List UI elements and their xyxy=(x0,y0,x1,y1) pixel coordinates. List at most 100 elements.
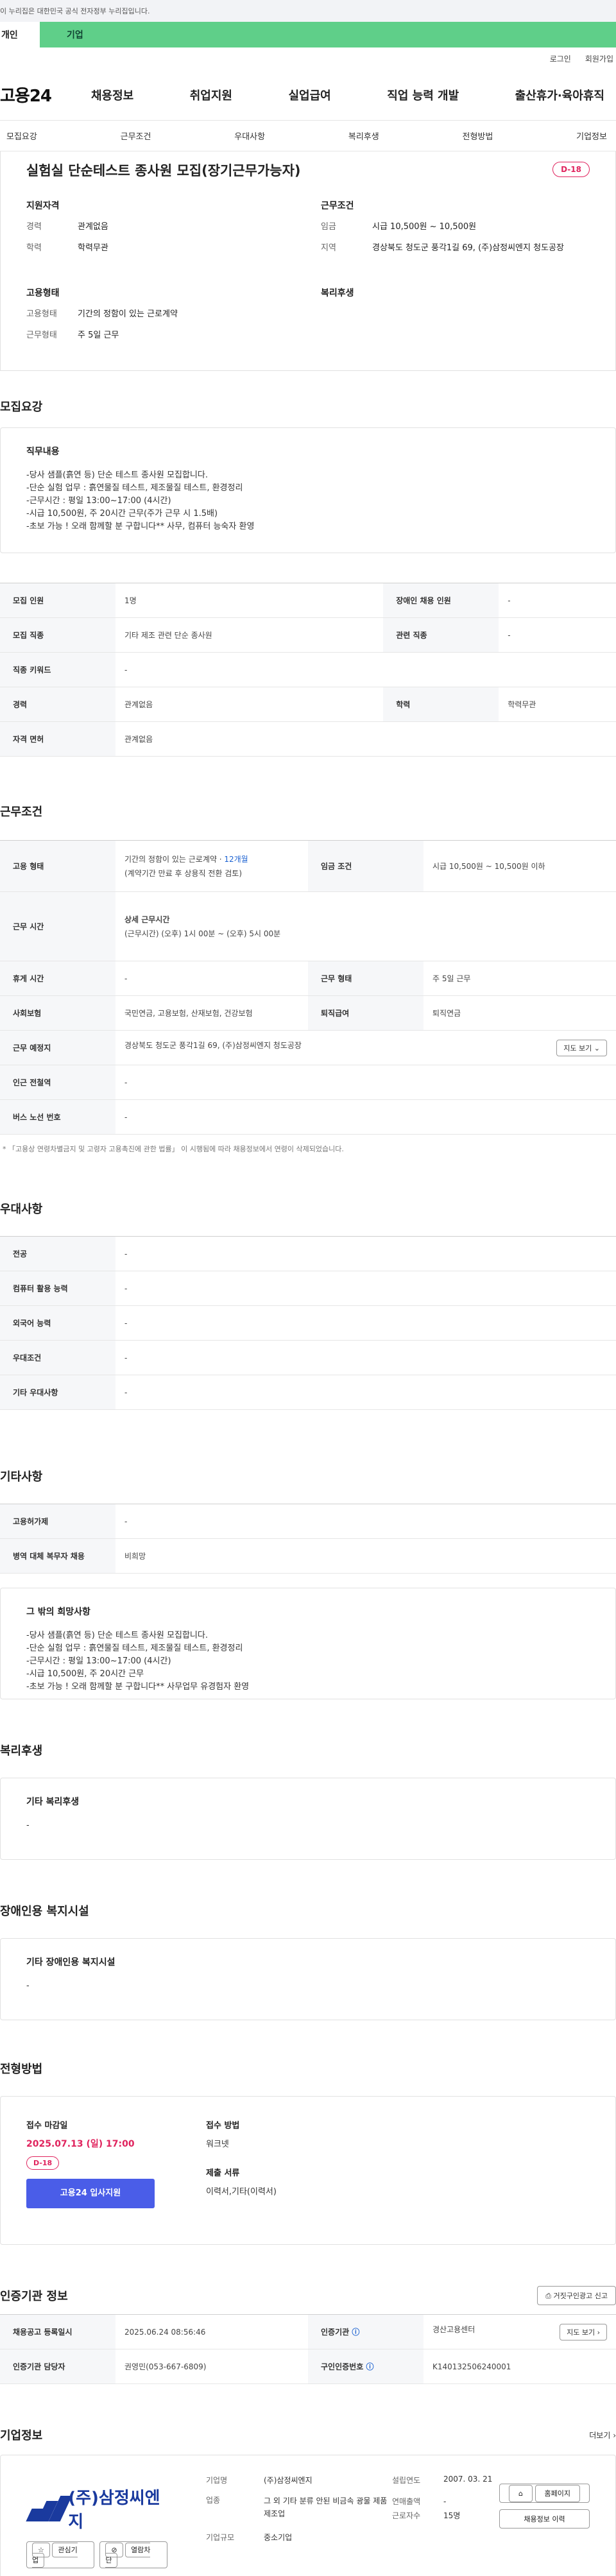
cert-table: 채용공고 등록일시 2025.06.24 08:56:46 인증기관 ⓘ 경산고… xyxy=(0,2314,616,2384)
cell-label: 인근 전철역 xyxy=(0,1065,116,1100)
summary-label: 임금 xyxy=(321,222,336,232)
cell-value: - xyxy=(116,1504,616,1539)
condition-block: 근무조건 임금 시급 10,500원 ~ 10,500원 지역 경상북도 청도군 풍… xyxy=(321,190,590,262)
recruit-heading: 모집요강 xyxy=(0,400,43,414)
user-tabs: 개인 기업 xyxy=(0,22,616,47)
qualification-block: 지원자격 경력 관계없음 학력 학력무관 xyxy=(26,190,295,262)
map-button-label: 지도 보기 xyxy=(563,1043,592,1052)
table-row: 사회보험 국민연금, 고용보험, 산재보험, 건강보험 퇴직급여 퇴직연금 xyxy=(0,995,616,1031)
table-row: 전공 - xyxy=(0,1236,616,1271)
cell-value: 상세 근무시간 (근무시간) (오후) 1시 00분 ~ (오후) 5시 00분 xyxy=(116,891,616,961)
homepage-button[interactable]: ⌂ 홈페이지 xyxy=(499,2484,590,2503)
anchor-company[interactable]: 기업정보 xyxy=(570,130,613,142)
table-row: 근무 예정지 경상북도 청도군 풍각1길 69, (주)삼정씨엔지 청도공장 지… xyxy=(0,1030,616,1065)
anchor-prefer[interactable]: 우대사항 xyxy=(228,130,271,142)
block-company-button[interactable]: ⊘ 열람차단 xyxy=(99,2541,167,2568)
process-heading: 전형방법 xyxy=(0,2063,43,2076)
hours-title: 상세 근무시간 xyxy=(124,914,170,924)
anchor-recruit[interactable]: 모집요강 xyxy=(0,130,44,142)
gnb-item-training[interactable]: 직업 능력 개발 xyxy=(378,87,468,103)
info-label: 설립연도 xyxy=(392,2476,421,2485)
table-row: 인근 전철역 - xyxy=(0,1065,616,1100)
company-actions: ⌂ 홈페이지 채용정보 이력 xyxy=(499,2484,590,2529)
cell-label: 모집 직종 xyxy=(0,617,116,653)
duty-text: -당사 샘플(흙연 등) 단순 테스트 종사원 모집합니다. -단순 실험 업무… xyxy=(26,470,255,531)
summary-value: 학력무관 xyxy=(78,243,108,253)
cell-value: 학력무관 xyxy=(499,687,616,722)
cell-label: 우대조건 xyxy=(0,1340,116,1375)
anchor-welfare[interactable]: 복리후생 xyxy=(342,130,386,142)
summary-value: 경상북도 청도군 풍각1길 69, (주)삼정씨엔지 청도공장 xyxy=(372,243,564,253)
info-label: 업종 xyxy=(206,2496,221,2505)
welfare-box: 기타 복리후생 - xyxy=(0,1778,616,1860)
gnb-item-leave[interactable]: 출산휴가·육아휴직 xyxy=(506,87,613,103)
disabled-box: 기타 장애인용 복지시설 - xyxy=(0,1938,616,2020)
gov-banner: 이 누리집은 대한민국 공식 전자정부 누리집입니다. xyxy=(0,0,616,22)
report-button[interactable]: ⎙ 거짓구인광고 신고 xyxy=(537,2286,616,2305)
gov-banner-text: 이 누리집은 대한민국 공식 전자정부 누리집입니다. xyxy=(0,7,150,15)
table-row: 버스 노선 번호 - xyxy=(0,1099,616,1135)
map-button[interactable]: 지도 보기 ⌄ xyxy=(556,1039,607,1056)
cell-value: - xyxy=(116,961,308,996)
job-summary-card: 실험실 단순테스트 종사원 모집(장기근무가능자) D-18 지원자격 경력 관계… xyxy=(0,151,616,371)
hours-value: (근무시간) (오후) 1시 00분 ~ (오후) 5시 00분 xyxy=(124,929,281,938)
table-row: 휴게 시간 - 근무 형태 주 5일 근무 xyxy=(0,961,616,996)
summary-value: 시급 10,500원 ~ 10,500원 xyxy=(372,222,477,232)
more-link[interactable]: 더보기 › xyxy=(589,2430,616,2441)
cell-label: 근무 시간 xyxy=(0,891,116,961)
table-row: 모집 직종 기타 제조 관련 단순 종사원 관련 직종 - xyxy=(0,617,616,653)
signup-link[interactable]: 회원가입 xyxy=(585,53,613,64)
apply-button[interactable]: 고용24 입사지원 xyxy=(26,2179,155,2208)
summary-label: 학력 xyxy=(26,243,42,253)
condition-heading: 근무조건 xyxy=(321,201,354,211)
cert-map-button[interactable]: 지도 보기 › xyxy=(560,2323,607,2340)
info-icon[interactable]: ⓘ xyxy=(366,2362,373,2371)
cell-label: 인증기관 담당자 xyxy=(0,2349,116,2384)
info-icon[interactable]: ⓘ xyxy=(352,2328,359,2337)
anchor-work[interactable]: 근무조건 xyxy=(114,130,158,142)
table-row: 기타 우대사항 - xyxy=(0,1375,616,1410)
welfare-value: - xyxy=(26,1821,30,1830)
login-link[interactable]: 로그인 xyxy=(550,53,571,64)
cell-label: 구인인증번호 ⓘ xyxy=(308,2349,424,2384)
info-label: 기업명 xyxy=(206,2476,228,2485)
sales-label: 연매출액 xyxy=(392,2497,421,2506)
tab-personal[interactable]: 개인 xyxy=(0,22,40,47)
job-title: 실험실 단순테스트 종사원 모집(장기근무가능자) xyxy=(26,163,301,178)
cell-value: - xyxy=(116,1375,616,1410)
cell-value: - xyxy=(499,617,616,653)
employ-sub-text: (계약기간 만료 후 상용직 전환 검토) xyxy=(124,868,242,878)
deadline-label: 접수 마감일 xyxy=(26,2121,68,2131)
anchor-process[interactable]: 전형방법 xyxy=(456,130,500,142)
deadline-value: 2025.07.13 (일) 17:00 xyxy=(26,2139,135,2149)
cell-label: 근무 형태 xyxy=(308,961,424,996)
gnb-item-employment-support[interactable]: 취업지원 xyxy=(181,87,241,103)
method-value: 워크넷 xyxy=(206,2140,229,2149)
cell-label: 인증기관 ⓘ xyxy=(308,2314,424,2349)
history-button[interactable]: 채용정보 이력 xyxy=(499,2509,590,2529)
cell-value: - xyxy=(116,1065,616,1100)
gnb-item-unemployment[interactable]: 실업급여 xyxy=(280,87,340,103)
tab-business[interactable]: 기업 xyxy=(40,22,616,47)
cell-label: 모집 인원 xyxy=(0,583,116,618)
summary-label: 근무형태 xyxy=(26,331,57,340)
table-row: 고용허가제 - xyxy=(0,1504,616,1539)
table-row: 근무 시간 상세 근무시간 (근무시간) (오후) 1시 00분 ~ (오후) … xyxy=(0,891,616,961)
cell-value: - xyxy=(116,1236,616,1271)
cell-label: 컴퓨터 활용 능력 xyxy=(0,1271,116,1306)
gnb-item-jobs[interactable]: 채용정보 xyxy=(82,87,142,103)
org-value: 경산고용센터 xyxy=(432,2324,475,2334)
emp-value: 15명 xyxy=(443,2511,461,2520)
cell-value: 1명 xyxy=(116,583,384,618)
welfare-summary-heading: 복리후생 xyxy=(321,288,354,298)
org-label: 인증기관 xyxy=(321,2328,350,2337)
work-heading: 근무조건 xyxy=(0,805,43,819)
etc-heading: 기타사항 xyxy=(0,1470,43,1484)
disabled-title: 기타 장애인용 복지시설 xyxy=(26,1957,116,1968)
welfare-heading: 복리후생 xyxy=(0,1744,43,1758)
qualification-heading: 지원자격 xyxy=(26,201,60,211)
favorite-company-button[interactable]: ☆ 관심기업 xyxy=(26,2541,95,2568)
chevron-down-icon: ⌄ xyxy=(594,1043,600,1052)
site-logo[interactable]: 고용24 xyxy=(0,83,82,107)
cell-value: 퇴직연금 xyxy=(424,995,616,1031)
